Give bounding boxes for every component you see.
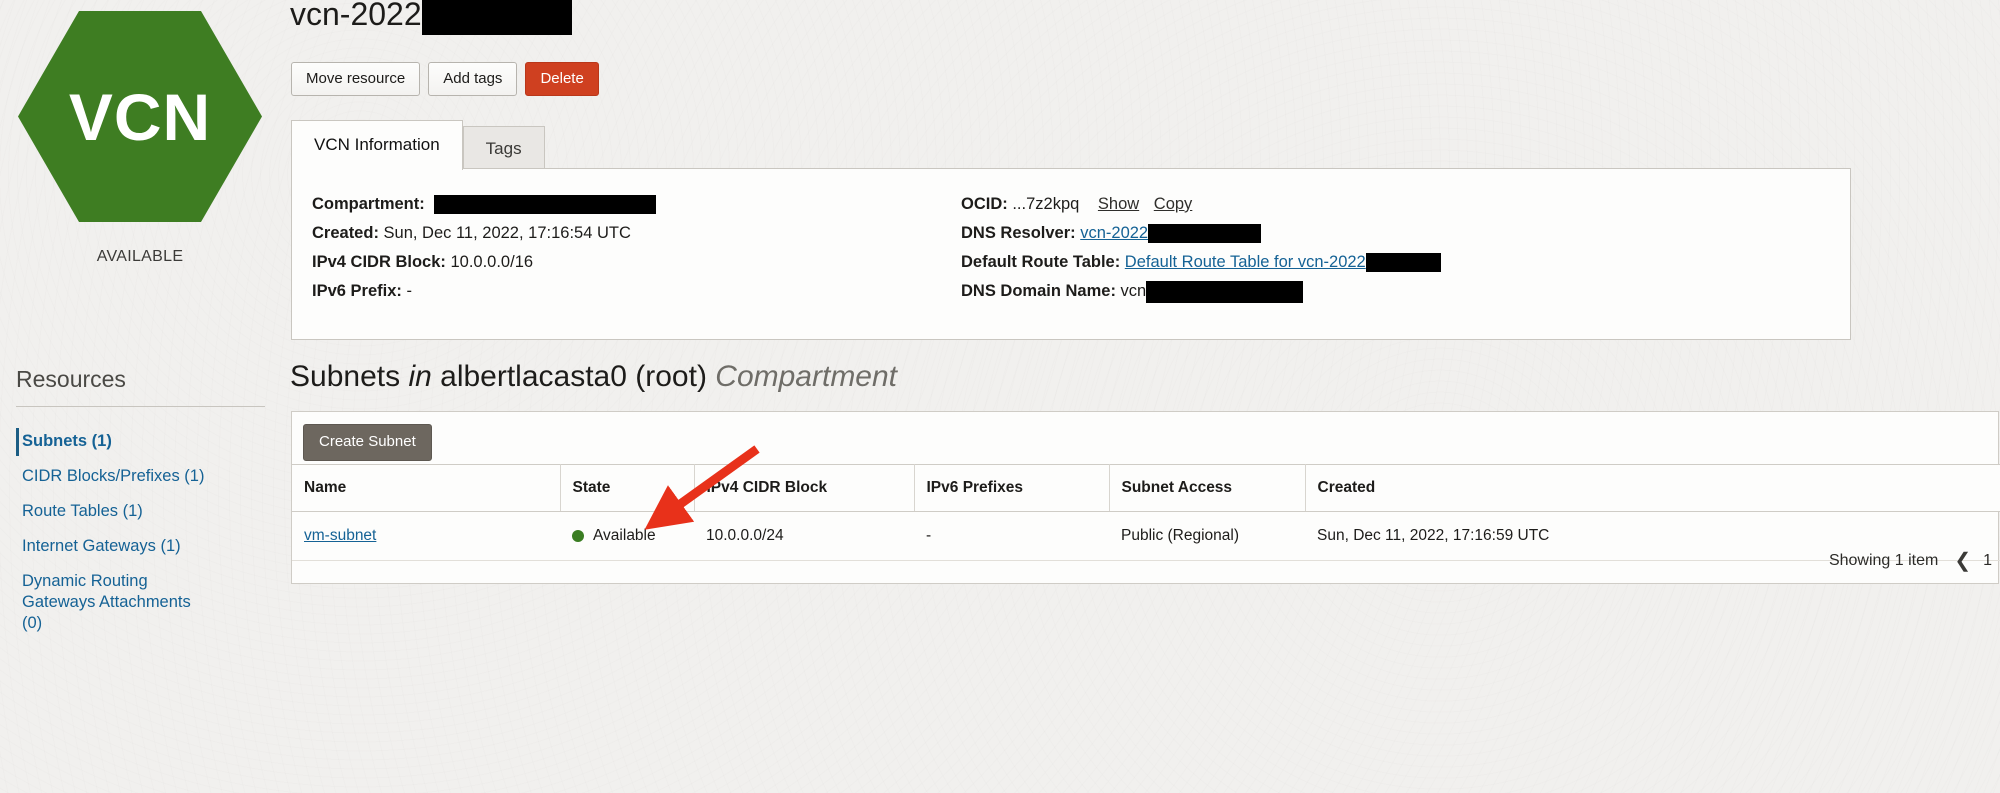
field-dns-domain-name: DNS Domain Name: vcn: [961, 280, 1303, 303]
sidebar-item-subnets[interactable]: Subnets (1): [0, 424, 280, 459]
vcn-details-page: VCN AVAILABLE Resources Subnets (1) CIDR…: [0, 0, 2000, 793]
page-title: vcn-2022: [290, 0, 572, 35]
subnets-table-head: Name State IPv4 CIDR Block IPv6 Prefixes…: [292, 465, 2000, 512]
move-resource-button[interactable]: Move resource: [291, 62, 420, 96]
field-dns-resolver: DNS Resolver: vcn-2022: [961, 222, 1261, 244]
ocid-copy-link[interactable]: Copy: [1154, 195, 1193, 213]
sidebar-item-internet-gateways[interactable]: Internet Gateways (1): [0, 529, 280, 564]
field-ipv6-prefix: IPv6 Prefix: -: [312, 280, 412, 302]
field-value: ...7z2kpq: [1012, 195, 1079, 213]
tab-tags[interactable]: Tags: [463, 126, 545, 172]
page-number: 1: [1983, 552, 1992, 570]
section-title-main: Subnets: [290, 360, 400, 393]
resources-heading: Resources: [16, 366, 126, 393]
field-compartment: Compartment:: [312, 193, 656, 215]
field-label: DNS Domain Name:: [961, 282, 1116, 300]
column-header-ipv4-cidr[interactable]: IPv4 CIDR Block: [694, 465, 914, 512]
resource-sidebar: VCN AVAILABLE Resources Subnets (1) CIDR…: [0, 0, 280, 793]
ocid-show-link[interactable]: Show: [1098, 195, 1139, 213]
delete-button[interactable]: Delete: [525, 62, 598, 96]
redacted-route-table-suffix: [1366, 253, 1441, 272]
page-title-text: vcn-2022: [290, 0, 422, 32]
column-header-ipv6-prefixes[interactable]: IPv6 Prefixes: [914, 465, 1109, 512]
showing-count-label: Showing 1 item: [1829, 552, 1938, 570]
field-ocid: OCID: ...7z2kpq Show Copy: [961, 193, 1192, 215]
redacted-compartment-value: [434, 195, 656, 214]
section-title-in: in: [408, 360, 431, 393]
status-badge: AVAILABLE: [0, 248, 280, 266]
table-header-row: Name State IPv4 CIDR Block IPv6 Prefixes…: [292, 465, 2000, 512]
field-label: IPv6 Prefix:: [312, 282, 402, 300]
field-value: Sun, Dec 11, 2022, 17:16:54 UTC: [384, 224, 631, 242]
table-footer: Showing 1 item ❮ 1: [292, 538, 2000, 583]
field-value: 10.0.0.0/16: [450, 253, 533, 271]
vcn-badge: VCN: [18, 0, 262, 233]
main-content: vcn-2022 Move resource Add tags Delete V…: [280, 0, 2000, 793]
field-created: Created: Sun, Dec 11, 2022, 17:16:54 UTC: [312, 222, 631, 244]
add-tags-button[interactable]: Add tags: [428, 62, 517, 96]
subnets-section-title: Subnets in albertlacasta0 (root) Compart…: [290, 360, 897, 394]
field-value: vcn: [1121, 282, 1147, 300]
column-header-name[interactable]: Name: [292, 465, 560, 512]
sidebar-item-cidr-blocks[interactable]: CIDR Blocks/Prefixes (1): [0, 459, 280, 494]
sidebar-item-label: Dynamic Routing Gateways Attachments (0): [22, 572, 191, 632]
field-ipv4-cidr-block: IPv4 CIDR Block: 10.0.0.0/16: [312, 251, 533, 273]
chevron-left-icon[interactable]: ❮: [1954, 551, 1971, 571]
sidebar-item-label: Route Tables (1): [22, 502, 143, 520]
tab-label: Tags: [486, 139, 522, 158]
field-label: Compartment:: [312, 195, 425, 213]
field-label: IPv4 CIDR Block:: [312, 253, 446, 271]
resources-list: Subnets (1) CIDR Blocks/Prefixes (1) Rou…: [0, 424, 280, 641]
field-label: Created:: [312, 224, 379, 242]
section-title-suffix: Compartment: [715, 360, 897, 393]
redacted-title-block: [422, 0, 572, 35]
field-label: Default Route Table:: [961, 253, 1120, 271]
action-button-bar: Move resource Add tags Delete: [291, 62, 599, 96]
pagination-control: ❮ 1: [1954, 551, 1992, 571]
sidebar-item-label: Subnets (1): [22, 432, 112, 450]
section-title-compartment: albertlacasta0 (root): [440, 360, 707, 393]
column-header-created[interactable]: Created: [1305, 465, 2000, 512]
dns-resolver-link[interactable]: vcn-2022: [1080, 224, 1148, 242]
default-route-table-link[interactable]: Default Route Table for vcn-2022: [1125, 253, 1366, 271]
tab-bar: VCN Information Tags: [291, 120, 1851, 170]
redacted-dns-resolver-suffix: [1148, 224, 1261, 243]
resources-divider: [16, 406, 265, 407]
vcn-badge-label: VCN: [18, 0, 262, 233]
column-header-state[interactable]: State: [560, 465, 694, 512]
field-default-route-table: Default Route Table: Default Route Table…: [961, 251, 1441, 273]
sidebar-item-route-tables[interactable]: Route Tables (1): [0, 494, 280, 529]
field-label: OCID:: [961, 195, 1008, 213]
sidebar-item-drg-attachments[interactable]: Dynamic Routing Gateways Attachments (0): [0, 564, 210, 641]
redacted-dns-domain-suffix: [1146, 281, 1303, 303]
sidebar-item-label: Internet Gateways (1): [22, 537, 181, 555]
subnets-table-card: Create Subnet Name State IPv4 CIDR Block…: [291, 411, 1999, 584]
sidebar-item-label: CIDR Blocks/Prefixes (1): [22, 467, 204, 485]
vcn-information-panel: Compartment: Created: Sun, Dec 11, 2022,…: [291, 168, 1851, 340]
field-value: -: [406, 282, 412, 300]
column-header-subnet-access[interactable]: Subnet Access: [1109, 465, 1305, 512]
tab-label: VCN Information: [314, 135, 440, 154]
field-label: DNS Resolver:: [961, 224, 1076, 242]
tab-vcn-information[interactable]: VCN Information: [291, 120, 463, 170]
create-subnet-button[interactable]: Create Subnet: [303, 424, 432, 461]
